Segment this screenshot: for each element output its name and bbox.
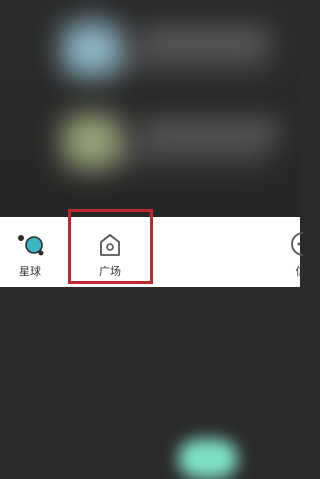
tab-label: 信 (295, 265, 307, 278)
tab-planet[interactable]: 星球 (0, 217, 70, 287)
content-feed-blurred (0, 0, 300, 217)
home-icon (95, 231, 125, 259)
bottom-tab-bar: 星球 广场 信 (0, 217, 315, 479)
tab-square[interactable]: 广场 (70, 217, 150, 287)
planet-icon (15, 231, 45, 259)
list-item[interactable] (0, 100, 300, 180)
avatar (62, 22, 122, 77)
tab-label: 星球 (19, 265, 41, 278)
list-item[interactable] (0, 8, 300, 88)
avatar (62, 114, 122, 169)
tab-message[interactable]: 信 (248, 217, 320, 287)
tab-label: 广场 (99, 265, 121, 278)
message-icon (273, 231, 315, 259)
blurred-tab-icon[interactable] (178, 439, 238, 479)
